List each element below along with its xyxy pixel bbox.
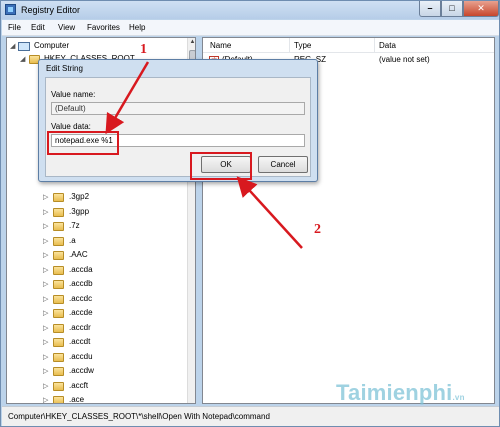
arrow-to-ok-button [236, 176, 303, 249]
watermark-text: Taimienphi [336, 380, 453, 405]
watermark-logo: Taimienphi.vn [336, 380, 465, 406]
watermark-suffix: .vn [452, 393, 465, 402]
arrow-to-value-data [105, 61, 150, 135]
annotation-arrows [105, 61, 303, 249]
